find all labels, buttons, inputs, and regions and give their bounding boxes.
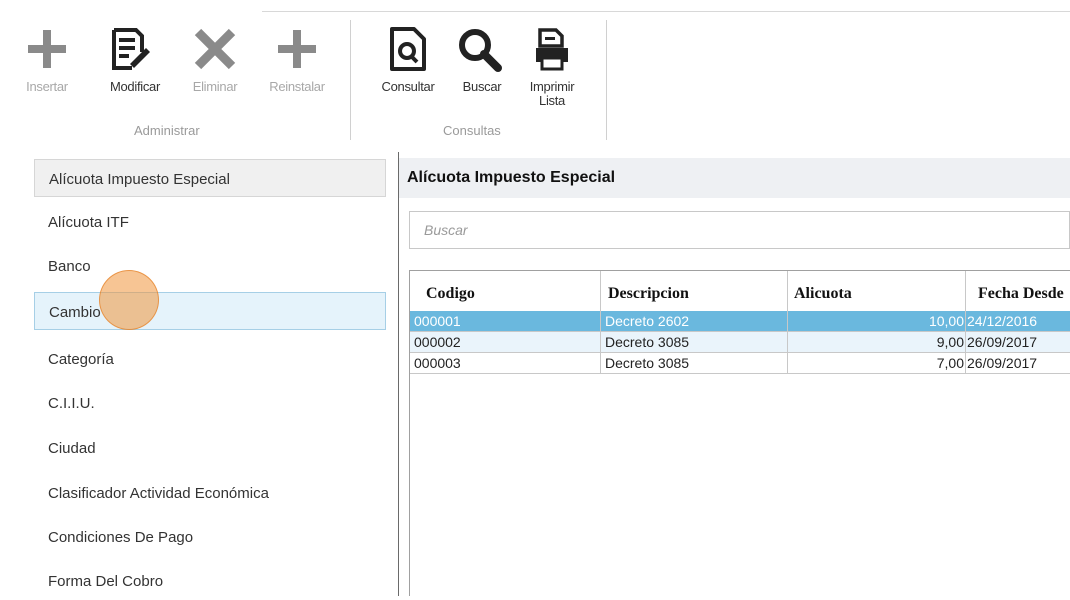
table-row[interactable]: 000001 Decreto 2602 10,00 24/12/2016 bbox=[410, 311, 1070, 332]
reinstall-label-wrap: Reinstalar bbox=[254, 80, 340, 94]
sidebar-item-alicuota-impuesto-especial[interactable]: Alícuota Impuesto Especial bbox=[34, 159, 386, 197]
delete-x-icon bbox=[194, 28, 236, 70]
modify-button[interactable] bbox=[104, 20, 154, 78]
cell-descripcion: Decreto 3085 bbox=[601, 332, 788, 353]
panel-divider[interactable] bbox=[398, 152, 399, 596]
sidebar-item-alicuota-itf[interactable]: Alícuota ITF bbox=[34, 203, 386, 241]
cell-codigo: 000002 bbox=[410, 332, 601, 353]
search-input[interactable] bbox=[410, 212, 1069, 248]
group-divider bbox=[606, 20, 607, 140]
search-label: Buscar bbox=[462, 79, 502, 94]
column-separator[interactable] bbox=[787, 271, 788, 311]
cell-fecha: 26/09/2017 bbox=[966, 332, 1070, 353]
sidebar-item-categoria[interactable]: Categoría bbox=[34, 340, 386, 378]
column-header-descripcion[interactable]: Descripcion bbox=[608, 285, 689, 303]
print-list-button[interactable] bbox=[530, 20, 574, 78]
sidebar-item-condiciones-de-pago[interactable]: Condiciones De Pago bbox=[34, 518, 386, 556]
sidebar-item-label: Alícuota ITF bbox=[48, 214, 129, 231]
insert-button[interactable] bbox=[22, 20, 72, 78]
sidebar: Alícuota Impuesto Especial Alícuota ITF … bbox=[0, 152, 400, 596]
cell-alicuota: 7,00 bbox=[788, 353, 966, 374]
ribbon-top-border bbox=[262, 11, 1070, 12]
sidebar-item-label: Clasificador Actividad Económica bbox=[48, 485, 269, 502]
sidebar-item-label: Ciudad bbox=[48, 440, 96, 457]
column-header-fecha-desde[interactable]: Fecha Desde bbox=[978, 285, 1064, 303]
search-button[interactable] bbox=[454, 20, 504, 78]
print-icon bbox=[536, 28, 568, 71]
sidebar-item-label: Alícuota Impuesto Especial bbox=[49, 171, 230, 188]
insert-label: Insertar bbox=[26, 79, 68, 94]
search-icon bbox=[459, 29, 502, 72]
data-grid: Codigo Descripcion Alicuota Fecha Desde … bbox=[409, 270, 1070, 596]
sidebar-item-label: Cambio bbox=[49, 304, 101, 321]
sidebar-item-label: Categoría bbox=[48, 351, 114, 368]
print-label-wrap: Imprimir Lista bbox=[514, 80, 590, 108]
consult-button[interactable] bbox=[383, 20, 433, 78]
cell-codigo: 000001 bbox=[410, 311, 601, 332]
reinstall-label: Reinstalar bbox=[269, 79, 325, 94]
sidebar-item-label: C.I.I.U. bbox=[48, 395, 95, 412]
cell-fecha: 24/12/2016 bbox=[966, 311, 1070, 332]
table-row[interactable]: 000003 Decreto 3085 7,00 26/09/2017 bbox=[410, 353, 1070, 374]
delete-label: Eliminar bbox=[192, 79, 238, 94]
cell-descripcion: Decreto 2602 bbox=[601, 311, 788, 332]
sidebar-item-clasificador-actividad-economica[interactable]: Clasificador Actividad Económica bbox=[34, 474, 386, 512]
consult-label-wrap: Consultar bbox=[364, 80, 452, 94]
column-header-alicuota[interactable]: Alicuota bbox=[794, 285, 852, 303]
cell-alicuota: 10,00 bbox=[788, 311, 966, 332]
consult-label: Consultar bbox=[381, 79, 435, 94]
search-label-wrap: Buscar bbox=[452, 80, 512, 94]
modify-label: Modificar bbox=[109, 79, 161, 94]
sidebar-item-ciiu[interactable]: C.I.I.U. bbox=[34, 384, 386, 422]
plus-icon bbox=[278, 30, 316, 68]
sidebar-item-label: Banco bbox=[48, 258, 91, 275]
cell-codigo: 000003 bbox=[410, 353, 601, 374]
column-separator[interactable] bbox=[600, 271, 601, 311]
delete-label-wrap: Eliminar bbox=[176, 80, 254, 94]
sidebar-item-banco[interactable]: Banco bbox=[34, 247, 386, 285]
sidebar-item-ciudad[interactable]: Ciudad bbox=[34, 429, 386, 467]
edit-document-icon bbox=[112, 28, 150, 70]
group-label-consultas: Consultas bbox=[443, 123, 501, 138]
sidebar-item-label: Condiciones De Pago bbox=[48, 529, 194, 546]
grid-header: Codigo Descripcion Alicuota Fecha Desde bbox=[410, 271, 1070, 311]
insert-label-wrap: Insertar bbox=[0, 80, 94, 94]
reinstall-button[interactable] bbox=[272, 20, 322, 78]
cell-descripcion: Decreto 3085 bbox=[601, 353, 788, 374]
view-document-icon bbox=[390, 27, 426, 71]
delete-button[interactable] bbox=[190, 20, 240, 78]
column-header-codigo[interactable]: Codigo bbox=[426, 285, 475, 303]
print-list-label: Imprimir Lista bbox=[529, 79, 575, 108]
sidebar-item-cambio[interactable]: Cambio bbox=[34, 292, 386, 330]
group-divider bbox=[350, 20, 351, 140]
cell-alicuota: 9,00 bbox=[788, 332, 966, 353]
search-box[interactable] bbox=[409, 211, 1070, 249]
group-label-administrar: Administrar bbox=[134, 123, 200, 138]
page-title-bar: Alícuota Impuesto Especial bbox=[399, 158, 1070, 198]
click-indicator bbox=[99, 270, 159, 330]
table-row[interactable]: 000002 Decreto 3085 9,00 26/09/2017 bbox=[410, 332, 1070, 353]
column-separator[interactable] bbox=[965, 271, 966, 311]
modify-label-wrap: Modificar bbox=[94, 80, 176, 94]
sidebar-item-forma-del-cobro[interactable]: Forma Del Cobro bbox=[34, 562, 386, 600]
sidebar-item-label: Forma Del Cobro bbox=[48, 573, 164, 590]
cell-fecha: 26/09/2017 bbox=[966, 353, 1070, 374]
ribbon-toolbar: Insertar Modificar Eliminar Reinstalar A… bbox=[0, 0, 1070, 152]
plus-icon bbox=[28, 30, 66, 68]
page-title: Alícuota Impuesto Especial bbox=[407, 169, 616, 186]
